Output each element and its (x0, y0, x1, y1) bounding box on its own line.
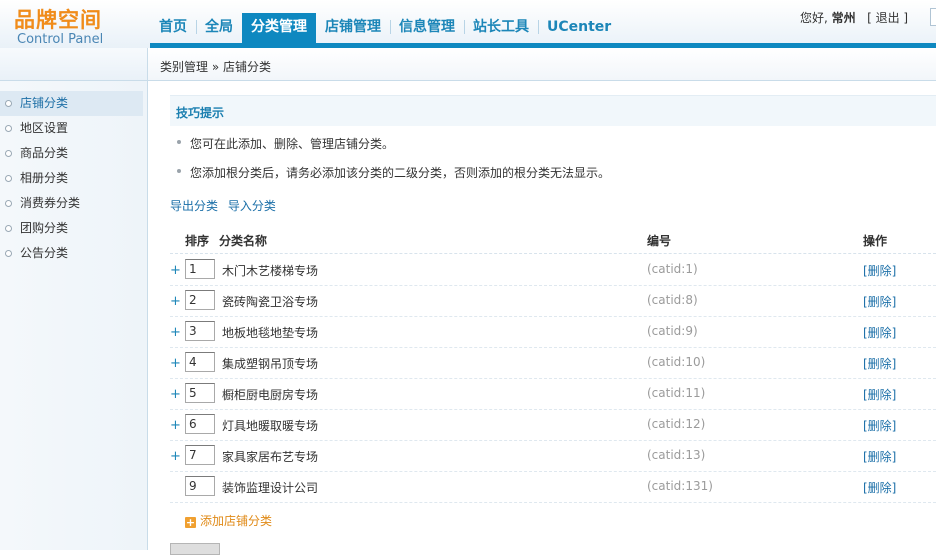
delete-link[interactable]: [删除] (863, 324, 896, 341)
logout-link[interactable]: [ 退出 ] (867, 11, 908, 25)
category-name: 瓷砖陶瓷卫浴专场 (222, 295, 319, 309)
sidebar-item-notice-category[interactable]: 公告分类 (0, 241, 147, 266)
expand-icon[interactable]: + (170, 356, 181, 371)
breadcrumb-parent[interactable]: 类别管理 (160, 60, 208, 74)
expand-icon[interactable]: + (170, 263, 181, 278)
expand-icon[interactable]: + (170, 294, 181, 309)
category-id: (catid:131) (647, 479, 713, 493)
delete-link[interactable]: [删除] (863, 386, 896, 403)
column-header-action: 操作 (863, 234, 888, 248)
order-input[interactable] (185, 476, 215, 496)
delete-link[interactable]: [删除] (863, 293, 896, 310)
tips-header: 技巧提示 (170, 95, 936, 126)
sidebar-menu: 店铺分类 地区设置 商品分类 相册分类 消费券分类 团购分类 公告分类 (0, 91, 147, 266)
category-name: 灯具地暖取暖专场 (222, 419, 319, 433)
tip-item: 您添加根分类后，请务必添加该分类的二级分类，否则添加的根分类无法显示。 (176, 166, 611, 180)
column-header-name: 分类名称 (219, 234, 268, 248)
tips-title: 技巧提示 (176, 106, 225, 120)
column-header-order: 排序 (185, 234, 210, 248)
export-categories-link[interactable]: 导出分类 (170, 199, 218, 213)
greeting-text: 您好, (800, 11, 828, 25)
column-header-id: 编号 (647, 234, 672, 248)
category-id: (catid:9) (647, 324, 698, 338)
category-name: 集成塑钢吊顶专场 (222, 357, 319, 371)
delete-link[interactable]: [删除] (863, 417, 896, 434)
order-input[interactable] (185, 321, 215, 341)
breadcrumb: 类别管理 » 店铺分类 (160, 58, 271, 75)
search-input[interactable] (930, 8, 936, 26)
category-name: 地板地毯地垫专场 (222, 326, 319, 340)
submit-button[interactable] (170, 543, 220, 555)
add-shop-category-button[interactable]: + 添加店铺分类 (185, 512, 272, 529)
order-input[interactable] (185, 383, 215, 403)
nav-ucenter[interactable]: UCenter (538, 13, 620, 41)
sidebar-item-product-category[interactable]: 商品分类 (0, 141, 147, 166)
order-input[interactable] (185, 414, 215, 434)
import-categories-link[interactable]: 导入分类 (228, 199, 276, 213)
breadcrumb-current: 店铺分类 (223, 60, 272, 74)
delete-link[interactable]: [删除] (863, 479, 896, 496)
logo-brand-text: 品牌空间 (14, 8, 102, 32)
sidebar-item-coupon-category[interactable]: 消费券分类 (0, 191, 147, 216)
nav-admin-tools[interactable]: 站长工具 (464, 13, 538, 41)
category-id: (catid:13) (647, 448, 706, 462)
category-id: (catid:10) (647, 355, 706, 369)
order-input[interactable] (185, 445, 215, 465)
table-row: + 集成塑钢吊顶专场 (catid:10) [删除] (170, 347, 936, 379)
order-input[interactable] (185, 352, 215, 372)
nav-shop-management[interactable]: 店铺管理 (316, 13, 390, 41)
expand-icon[interactable]: + (170, 387, 181, 402)
expand-icon[interactable]: + (170, 325, 181, 340)
category-name: 木门木艺楼梯专场 (222, 264, 319, 278)
add-icon: + (185, 516, 196, 529)
breadcrumb-separator: » (211, 60, 220, 74)
user-info: 您好, 常州 [ 退出 ] (800, 9, 908, 26)
category-id: (catid:12) (647, 417, 706, 431)
top-nav: 首页 全局 分类管理 店铺管理 信息管理 站长工具 UCenter (150, 13, 620, 43)
sidebar: 店铺分类 地区设置 商品分类 相册分类 消费券分类 团购分类 公告分类 (0, 48, 148, 550)
delete-link[interactable]: [删除] (863, 262, 896, 279)
table-row: + 橱柜厨电厨房专场 (catid:11) [删除] (170, 378, 936, 410)
header: 品牌空间 Control Panel 首页 全局 分类管理 店铺管理 信息管理 … (0, 0, 936, 48)
category-actions: 导出分类 导入分类 (170, 197, 282, 214)
sidebar-item-album-category[interactable]: 相册分类 (0, 166, 147, 191)
nav-home[interactable]: 首页 (150, 13, 196, 41)
category-name: 装饰监理设计公司 (222, 481, 319, 495)
sidebar-item-region-settings[interactable]: 地区设置 (0, 116, 147, 141)
delete-link[interactable]: [删除] (863, 448, 896, 465)
table-row: + 家具家居布艺专场 (catid:13) [删除] (170, 440, 936, 472)
sidebar-header (0, 48, 147, 81)
order-input[interactable] (185, 290, 215, 310)
category-name: 家具家居布艺专场 (222, 450, 319, 464)
expand-icon[interactable]: + (170, 418, 181, 433)
tip-item: 您可在此添加、删除、管理店铺分类。 (176, 137, 395, 151)
table-row: + 地板地毯地垫专场 (catid:9) [删除] (170, 316, 936, 348)
category-id: (catid:8) (647, 293, 698, 307)
category-id: (catid:11) (647, 386, 706, 400)
table-row: + 灯具地暖取暖专场 (catid:12) [删除] (170, 409, 936, 441)
expand-icon[interactable]: + (170, 449, 181, 464)
nav-global[interactable]: 全局 (196, 13, 242, 41)
sidebar-item-shop-category[interactable]: 店铺分类 (0, 91, 143, 116)
username: 常州 (831, 11, 856, 25)
nav-info-management[interactable]: 信息管理 (390, 13, 464, 41)
breadcrumb-bar: 类别管理 » 店铺分类 (148, 48, 936, 81)
logo[interactable]: 品牌空间 Control Panel (14, 8, 134, 48)
logo-subtitle: Control Panel (17, 32, 104, 47)
table-header: 排序 分类名称 编号 操作 (170, 226, 936, 254)
category-name: 橱柜厨电厨房专场 (222, 388, 319, 402)
delete-link[interactable]: [删除] (863, 355, 896, 372)
order-input[interactable] (185, 259, 215, 279)
sidebar-item-groupbuy-category[interactable]: 团购分类 (0, 216, 147, 241)
category-id: (catid:1) (647, 262, 698, 276)
table-row: + 瓷砖陶瓷卫浴专场 (catid:8) [删除] (170, 285, 936, 317)
nav-category-management[interactable]: 分类管理 (242, 13, 316, 43)
table-row: 装饰监理设计公司 (catid:131) [删除] (170, 471, 936, 503)
add-shop-category-label: 添加店铺分类 (200, 514, 273, 528)
table-row: + 木门木艺楼梯专场 (catid:1) [删除] (170, 254, 936, 286)
